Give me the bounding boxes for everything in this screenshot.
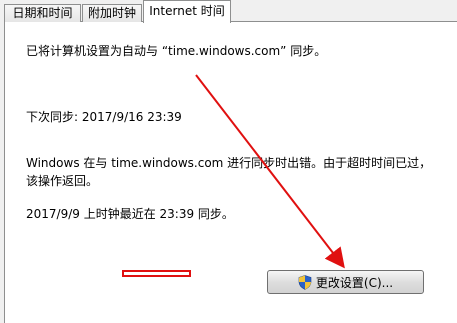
tab-internet-time[interactable]: Internet 时间 <box>143 0 231 23</box>
dialog-root: 日期和时间 附加时钟 Internet 时间 已将计算机设置为自动与 “time… <box>0 0 457 323</box>
change-settings-button[interactable]: 更改设置(C)... <box>267 270 424 294</box>
next-sync-text: 下次同步: 2017/9/16 23:39 <box>26 110 182 124</box>
error-text-line1: Windows 在与 time.windows.com 进行同步时出错。由于超时… <box>26 156 432 170</box>
tab-additional-clocks[interactable]: 附加时钟 <box>82 4 142 22</box>
change-settings-label: 更改设置(C)... <box>315 275 394 290</box>
sync-config-text: 已将计算机设置为自动与 “time.windows.com” 同步。 <box>26 44 327 58</box>
tab-date-time[interactable]: 日期和时间 <box>4 4 81 22</box>
last-sync-text: 2017/9/9 上时钟最近在 23:39 同步。 <box>26 207 234 221</box>
annotation-red-rectangle <box>122 270 191 277</box>
uac-shield-icon <box>298 274 312 290</box>
error-text-line2: 该操作返回。 <box>26 174 99 188</box>
tab-strip: 日期和时间 附加时钟 Internet 时间 <box>0 0 457 23</box>
